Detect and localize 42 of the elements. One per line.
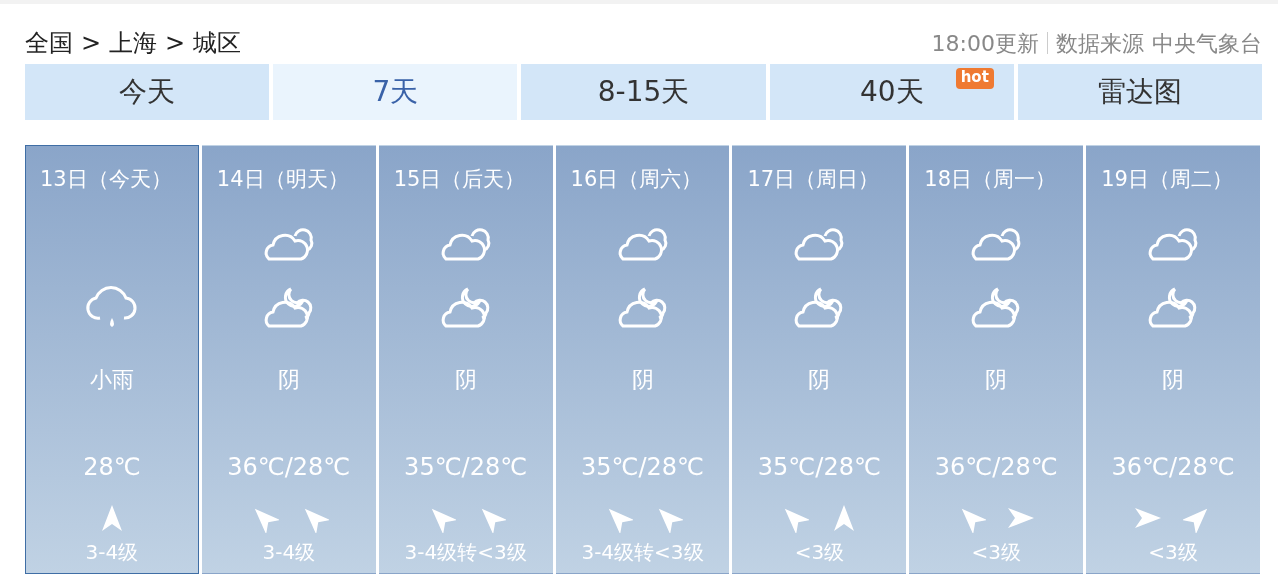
day-title: 15日（后天） bbox=[393, 167, 526, 191]
weather-text: 小雨 bbox=[89, 367, 134, 392]
tab[interactable]: 8-15天 bbox=[521, 64, 766, 120]
weather-text: 阴 bbox=[1162, 367, 1185, 392]
wind-level: 3-4级转<3级 bbox=[404, 540, 527, 564]
source-label: 数据来源 bbox=[1056, 29, 1144, 58]
temperature: 36℃/28℃ bbox=[227, 453, 351, 481]
tab[interactable]: 雷达图 bbox=[1017, 64, 1262, 120]
breadcrumb-separator: > bbox=[165, 28, 186, 59]
day-title: 17日（周日） bbox=[747, 167, 880, 191]
temperature: 28℃ bbox=[83, 453, 141, 481]
wind-level: 3-4级 bbox=[262, 540, 316, 564]
update-time: 18:00更新 bbox=[931, 29, 1039, 58]
day-title: 14日（明天） bbox=[216, 167, 349, 191]
tab[interactable]: 7天 bbox=[273, 64, 518, 120]
weather-text: 阴 bbox=[454, 367, 477, 392]
breadcrumb-link[interactable]: 上海 bbox=[109, 25, 158, 61]
weather-text: 阴 bbox=[277, 367, 300, 392]
day-title: 19日（周二） bbox=[1101, 167, 1233, 191]
tab[interactable]: 今天 bbox=[25, 64, 270, 120]
temperature: 36℃/28℃ bbox=[934, 453, 1058, 481]
temperature: 36℃/28℃ bbox=[1111, 453, 1235, 481]
breadcrumb-link[interactable]: 全国 bbox=[25, 25, 73, 61]
temperature: 35℃/28℃ bbox=[580, 453, 705, 481]
breadcrumb-link[interactable]: 城区 bbox=[193, 25, 242, 61]
day-title: 18日（周一） bbox=[924, 167, 1057, 191]
day-title: 13日（今天） bbox=[40, 167, 172, 191]
temperature: 35℃/28℃ bbox=[757, 453, 881, 481]
tab[interactable]: 40天 hot bbox=[769, 64, 1014, 120]
hot-badge: hot bbox=[955, 68, 994, 89]
breadcrumb-separator: > bbox=[81, 28, 102, 59]
source-name: 中央气象台 bbox=[1152, 29, 1262, 58]
temperature: 35℃/28℃ bbox=[404, 453, 528, 481]
weather-text: 阴 bbox=[985, 367, 1008, 392]
wind-level: <3级 bbox=[794, 540, 845, 564]
wind-level: 3-4级转<3级 bbox=[581, 540, 704, 564]
weather-text: 阴 bbox=[808, 367, 831, 392]
wind-level: <3级 bbox=[1148, 540, 1198, 564]
weather-text: 阴 bbox=[631, 367, 654, 392]
wind-level: 3-4级 bbox=[85, 540, 139, 564]
day-title: 16日（周六） bbox=[570, 167, 703, 191]
wind-level: <3级 bbox=[971, 540, 1021, 564]
